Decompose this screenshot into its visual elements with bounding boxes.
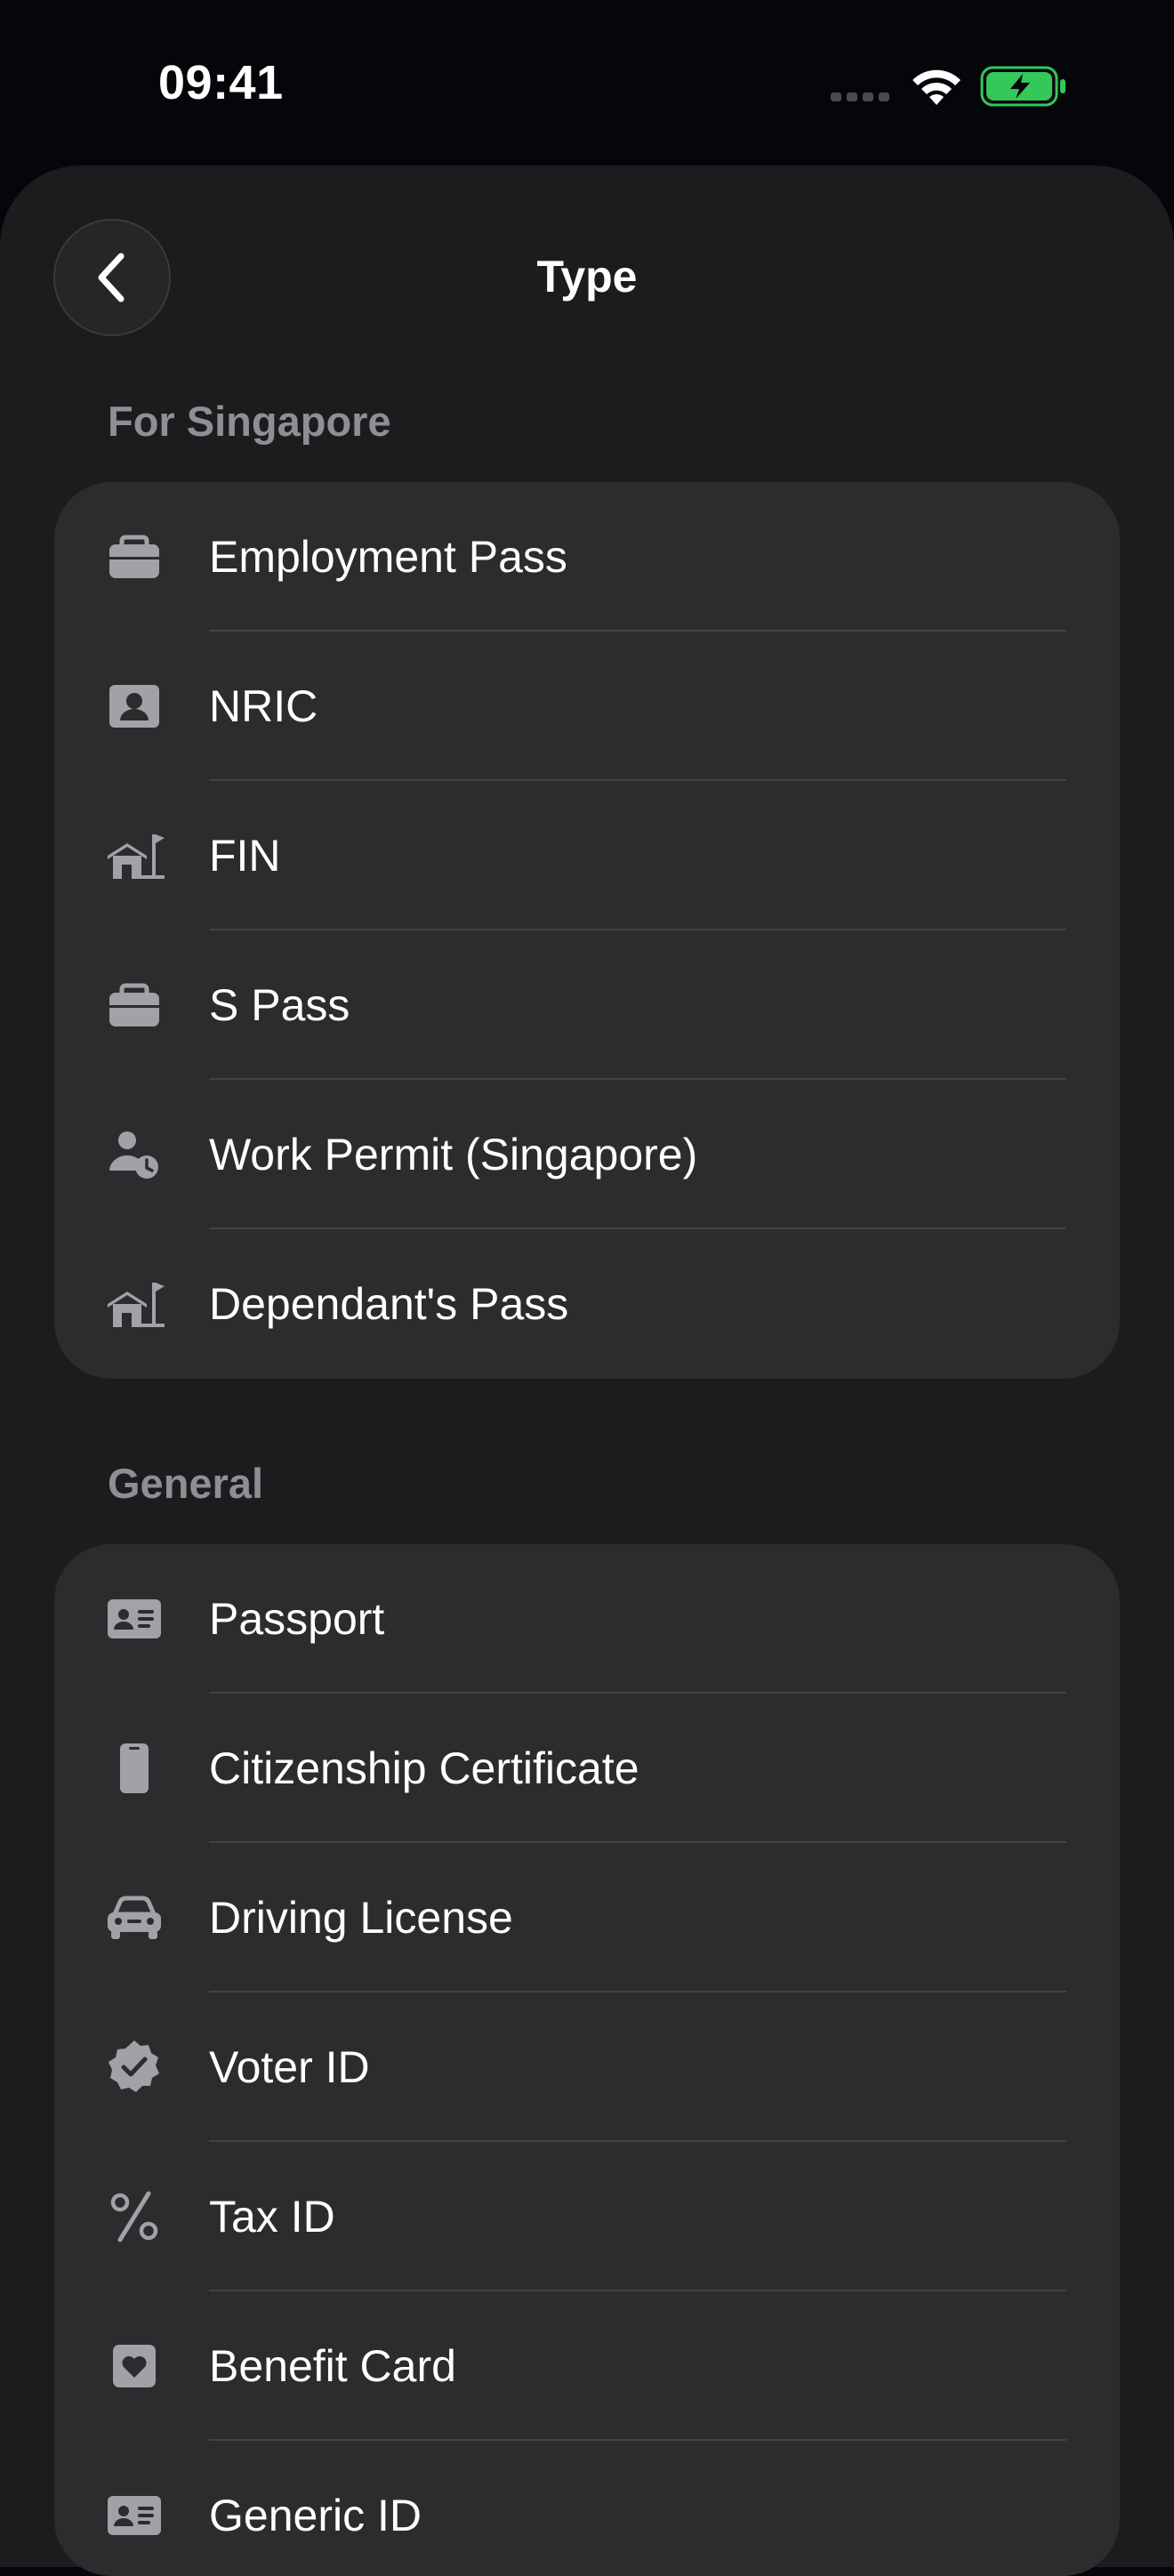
type-picker-sheet: Type For Singapore Employment Pass NRIC … [0,165,1174,2576]
list-item-tax-id[interactable]: Tax ID [54,2142,1120,2291]
list-item-label: Generic ID [209,2491,422,2540]
list-item-dependants-pass[interactable]: Dependant's Pass [54,1229,1120,1379]
list-item-label: Employment Pass [209,532,567,582]
list-item-label: Dependant's Pass [209,1279,569,1329]
list-item-label: Driving License [209,1893,513,1943]
list-item-generic-id[interactable]: Generic ID [54,2441,1120,2576]
list-item-label: Work Permit (Singapore) [209,1130,698,1179]
list-item-voter-id[interactable]: Voter ID [54,1992,1120,2142]
house-flag-icon [104,825,165,886]
house-flag-icon [104,1274,165,1334]
list-item-nric[interactable]: NRIC [54,632,1120,781]
id-card-icon [104,1589,165,1649]
briefcase-icon [104,527,165,587]
list-item-work-permit-singapore[interactable]: Work Permit (Singapore) [54,1080,1120,1229]
list-item-label: FIN [209,831,281,881]
briefcase-icon [104,975,165,1035]
list-item-label: Passport [209,1594,385,1644]
person-clock-icon [104,1124,165,1185]
id-card-icon [104,2485,165,2546]
list-item-passport[interactable]: Passport [54,1544,1120,1694]
status-time: 09:41 [158,56,284,109]
list-item-label: NRIC [209,681,318,731]
list-item-employment-pass[interactable]: Employment Pass [54,482,1120,632]
cellular-signal-icon [831,93,889,101]
list-item-citizenship-certificate[interactable]: Citizenship Certificate [54,1694,1120,1843]
list-item-label: Citizenship Certificate [209,1743,639,1793]
list-item-label: Voter ID [209,2042,370,2092]
section-header-general: General [108,1460,264,1507]
list-item-fin[interactable]: FIN [54,781,1120,930]
list-item-driving-license[interactable]: Driving License [54,1843,1120,1992]
list-item-label: Benefit Card [209,2341,456,2391]
section-for-singapore: Employment Pass NRIC FIN S Pass Work Per… [54,482,1120,1379]
document-icon [104,1738,165,1799]
list-item-label: Tax ID [209,2192,335,2242]
list-item-s-pass[interactable]: S Pass [54,930,1120,1080]
status-bar: 09:41 [0,0,1174,165]
list-item-benefit-card[interactable]: Benefit Card [54,2291,1120,2441]
section-general: Passport Citizenship Certificate Driving… [54,1544,1120,2576]
wifi-icon [913,69,961,105]
percent-icon [104,2186,165,2247]
battery-icon [980,66,1065,107]
list-item-label: S Pass [209,980,350,1030]
person-card-icon [104,676,165,737]
car-icon [104,1888,165,1948]
page-title: Type [536,252,638,302]
checkmark-seal-icon [104,2037,165,2097]
heart-square-icon [104,2336,165,2396]
section-header-for-singapore: For Singapore [108,398,391,445]
